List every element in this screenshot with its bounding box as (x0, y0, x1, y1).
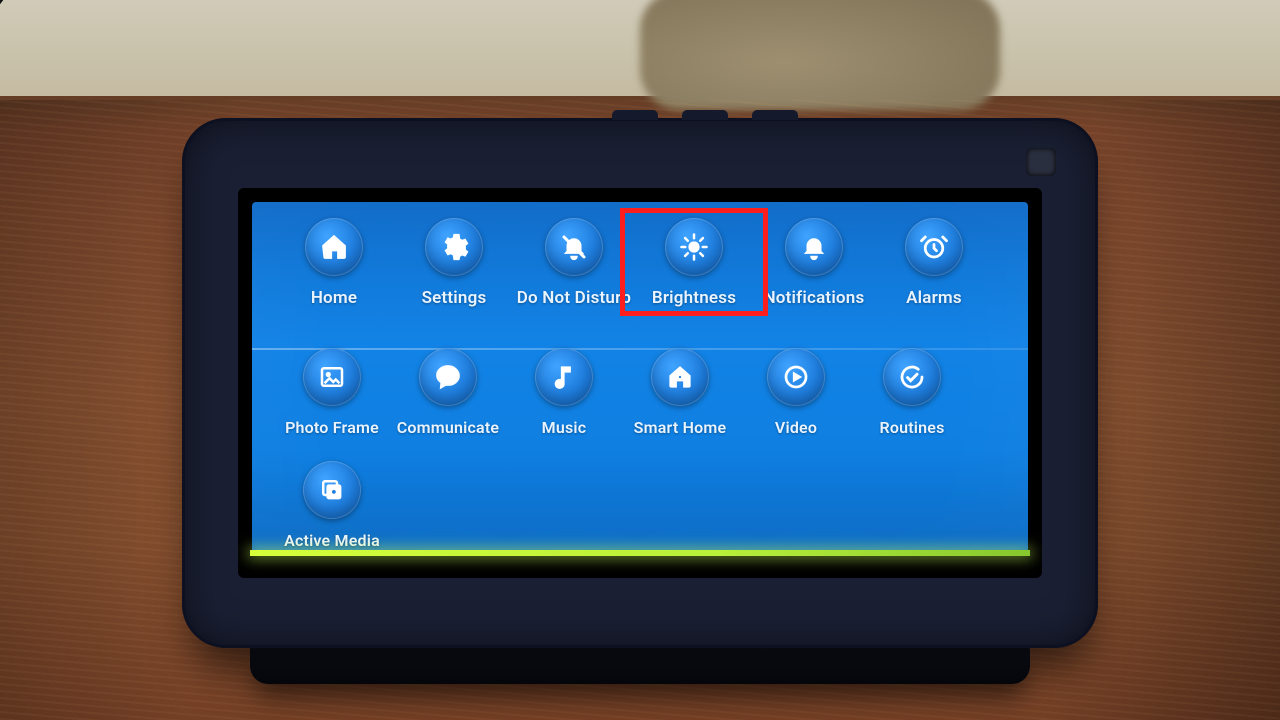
home-icon (305, 218, 363, 276)
tile-photo-frame[interactable]: Photo Frame (274, 348, 390, 437)
tile-label: Photo Frame (285, 418, 379, 437)
clock-icon (905, 218, 963, 276)
grid-row: Home Settings Do Not Distu (252, 202, 1028, 334)
note-icon (535, 348, 593, 406)
device-bezel: Home Settings Do Not Distu (182, 118, 1098, 648)
image-icon (303, 348, 361, 406)
device-screen: Home Settings Do Not Distu (238, 188, 1042, 578)
gear-icon (425, 218, 483, 276)
tile-active-media[interactable]: Active Media (274, 461, 390, 550)
camera-shutter (1026, 148, 1056, 176)
quick-settings-grid: Home Settings Do Not Distu (252, 202, 1028, 550)
bottom-scanline (250, 550, 1030, 556)
tile-alarms[interactable]: Alarms (874, 218, 994, 308)
tile-label: Settings (422, 288, 487, 308)
tile-smart-home[interactable]: Smart Home (622, 348, 738, 437)
tile-home[interactable]: Home (274, 218, 394, 308)
tile-label: Communicate (397, 418, 499, 437)
bell-icon (785, 218, 843, 276)
media-stack-icon (303, 461, 361, 519)
tile-label: Home (311, 288, 357, 308)
smarthome-icon (651, 348, 709, 406)
grid-row: Active Media (252, 453, 1028, 550)
tile-music[interactable]: Music (506, 348, 622, 437)
tile-label: Music (542, 418, 587, 437)
background-sofa (640, 0, 1000, 110)
tile-do-not-disturb[interactable]: Do Not Disturb (514, 218, 634, 308)
tile-label: Do Not Disturb (517, 288, 631, 308)
grid-row: Photo Frame Communicate Mu (252, 334, 1028, 453)
tile-brightness[interactable]: Brightness (634, 218, 754, 308)
hw-button (752, 110, 798, 120)
tile-label: Video (775, 418, 817, 437)
tile-label: Alarms (906, 288, 962, 308)
photo-scene: Home Settings Do Not Distu (0, 0, 1280, 720)
tile-label: Notifications (764, 288, 865, 308)
check-circle-icon (883, 348, 941, 406)
tile-label: Smart Home (634, 418, 727, 437)
play-icon (767, 348, 825, 406)
tile-settings[interactable]: Settings (394, 218, 514, 308)
tile-notifications[interactable]: Notifications (754, 218, 874, 308)
tile-label: Active Media (284, 531, 380, 550)
sun-icon (665, 218, 723, 276)
tile-communicate[interactable]: Communicate (390, 348, 506, 437)
tile-video[interactable]: Video (738, 348, 854, 437)
hw-button (682, 110, 728, 120)
tile-label: Brightness (652, 288, 736, 308)
speech-icon (419, 348, 477, 406)
tile-routines[interactable]: Routines (854, 348, 970, 437)
quick-settings-panel: Home Settings Do Not Distu (252, 202, 1028, 556)
dnd-icon (545, 218, 603, 276)
tile-label: Routines (879, 418, 944, 437)
hw-button (612, 110, 658, 120)
